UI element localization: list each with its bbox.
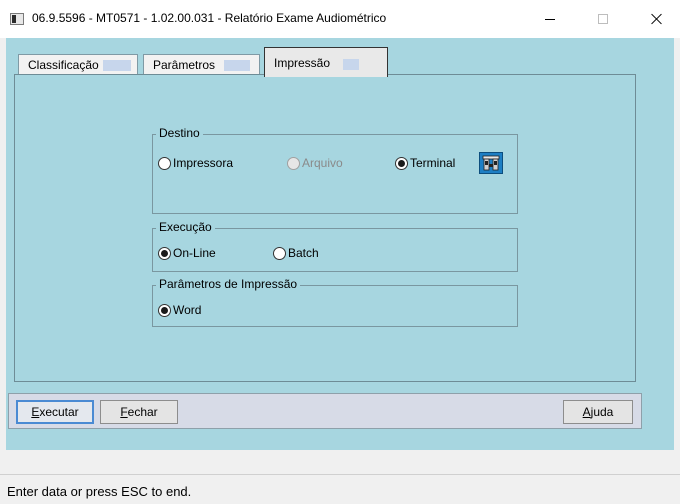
fechar-button-label: echar (127, 405, 158, 419)
radio-button-icon (287, 156, 300, 170)
tab-label: Classificação (28, 58, 99, 72)
tab-accent-bar (224, 60, 250, 71)
tab-classificacao[interactable]: Classificação (18, 54, 138, 76)
radio-word[interactable]: Word (158, 303, 201, 317)
destino-group: Destino Impressora Arquivo Terminal (152, 126, 518, 214)
maximize-icon (598, 14, 608, 24)
window-title: 06.9.5596 - MT0571 - 1.02.00.031 - Relat… (32, 11, 387, 25)
app-window-icon[interactable] (10, 13, 24, 25)
destino-group-title: Destino (156, 126, 203, 140)
fechar-button[interactable]: Fechar (100, 400, 178, 424)
radio-label: Batch (288, 246, 319, 260)
executar-access-key: E (31, 405, 40, 419)
title-bar: 06.9.5596 - MT0571 - 1.02.00.031 - Relat… (0, 0, 680, 38)
radio-label: Terminal (410, 156, 456, 170)
tab-label: Impressão (274, 56, 331, 70)
maximize-button[interactable] (580, 0, 626, 38)
tab-accent-bar (343, 59, 359, 70)
radio-button-checked-icon (158, 246, 171, 260)
radio-button-checked-icon (395, 156, 408, 170)
radio-terminal[interactable]: Terminal (395, 156, 455, 170)
radio-button-icon (273, 246, 286, 260)
tab-label: Parâmetros (153, 58, 216, 72)
executar-button-label: xecutar (39, 405, 79, 419)
radio-label: Impressora (173, 156, 234, 170)
radio-label: Word (173, 303, 202, 317)
radio-batch[interactable]: Batch (273, 246, 319, 260)
radio-button-icon (158, 156, 171, 170)
printer-settings-icon[interactable] (479, 152, 503, 174)
tab-parametros[interactable]: Parâmetros (143, 54, 260, 76)
dialog-client-area: Classificação Parâmetros Impressão Desti… (6, 38, 674, 450)
radio-arquivo[interactable]: Arquivo (287, 156, 343, 170)
close-icon (651, 13, 663, 25)
radio-label: On-Line (173, 246, 216, 260)
minimize-button[interactable] (527, 0, 573, 38)
radio-impressora[interactable]: Impressora (158, 156, 233, 170)
radio-label: Arquivo (302, 156, 343, 170)
status-text: Enter data or press ESC to end. (7, 484, 192, 499)
ajuda-access-key: A (582, 405, 591, 419)
parametros-impressao-group-title: Parâmetros de Impressão (156, 277, 301, 291)
radio-on-line[interactable]: On-Line (158, 246, 216, 260)
parametros-impressao-group: Parâmetros de Impressão Word (152, 277, 518, 327)
execucao-group: Execução On-Line Batch (152, 220, 518, 272)
ajuda-button-label: juda (590, 405, 614, 419)
tab-impressao[interactable]: Impressão (264, 47, 388, 77)
fechar-access-key: F (120, 405, 128, 419)
execucao-group-title: Execução (156, 220, 215, 234)
button-bar: Executar Fechar Ajuda (8, 393, 642, 429)
minimize-icon (545, 18, 555, 20)
tab-panel-impressao: Destino Impressora Arquivo Terminal Exec… (14, 74, 636, 382)
status-bar: Enter data or press ESC to end. (0, 474, 680, 504)
tab-accent-bar (103, 60, 131, 71)
close-button[interactable] (634, 0, 680, 38)
ajuda-button[interactable]: Ajuda (563, 400, 633, 424)
radio-button-checked-icon (158, 303, 171, 317)
executar-button[interactable]: Executar (16, 400, 94, 424)
